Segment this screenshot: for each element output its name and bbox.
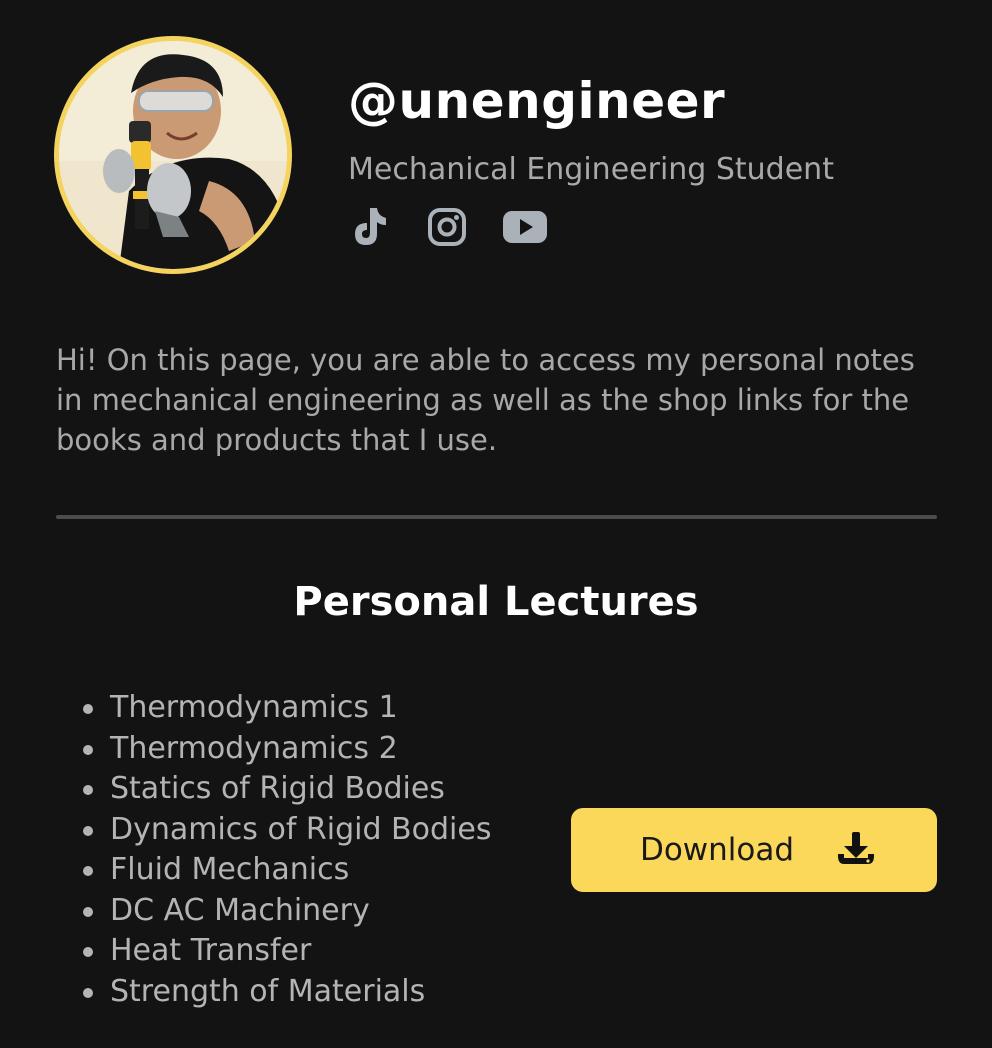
divider [56, 515, 937, 519]
list-item: Thermodynamics 1 [80, 688, 491, 729]
bio-text: Hi! On this page, you are able to access… [56, 343, 915, 457]
bullet [83, 987, 93, 998]
download-icon [834, 830, 878, 870]
lecture-label: Heat Transfer [110, 933, 312, 968]
lecture-label: Thermodynamics 2 [110, 730, 398, 766]
bullet [83, 785, 93, 795]
section-title: Personal Lectures [293, 579, 699, 625]
lecture-label: Strength of Materials [110, 973, 426, 1009]
bullet [83, 906, 93, 917]
lecture-label: DC AC Machinery [110, 892, 370, 928]
list-item: Thermodynamics 2 [80, 729, 491, 770]
avatar-photo [59, 41, 287, 269]
list-item: Dynamics of Rigid Bodies [80, 810, 491, 851]
social-links [346, 205, 548, 249]
lecture-label: Dynamics of Rigid Bodies [110, 811, 492, 847]
lecture-label: Fluid Mechanics [110, 852, 350, 887]
bullet [83, 704, 93, 714]
list-item: Fluid Mechanics [80, 850, 491, 891]
download-button[interactable]: Download [571, 808, 937, 892]
tiktok-icon[interactable] [346, 206, 392, 248]
list-item: Heat Transfer [80, 931, 491, 972]
download-label: Download [639, 832, 795, 868]
youtube-icon[interactable] [502, 206, 548, 248]
profile-subtitle: Mechanical Engineering Student [348, 152, 834, 187]
profile-handle: @unengineer [348, 72, 726, 130]
lecture-label: Statics of Rigid Bodies [110, 771, 445, 806]
bullet [83, 866, 93, 876]
instagram-icon[interactable] [424, 206, 470, 248]
bullet [83, 825, 93, 836]
avatar [54, 36, 292, 274]
list-item: Strength of Materials [80, 972, 491, 1013]
bullet [83, 947, 93, 957]
list-item: DC AC Machinery [80, 891, 491, 932]
lecture-list: Thermodynamics 1 Thermodynamics 2 Static… [80, 688, 491, 1012]
lecture-label: Thermodynamics 1 [110, 690, 398, 725]
list-item: Statics of Rigid Bodies [80, 769, 491, 810]
bullet [83, 744, 93, 755]
